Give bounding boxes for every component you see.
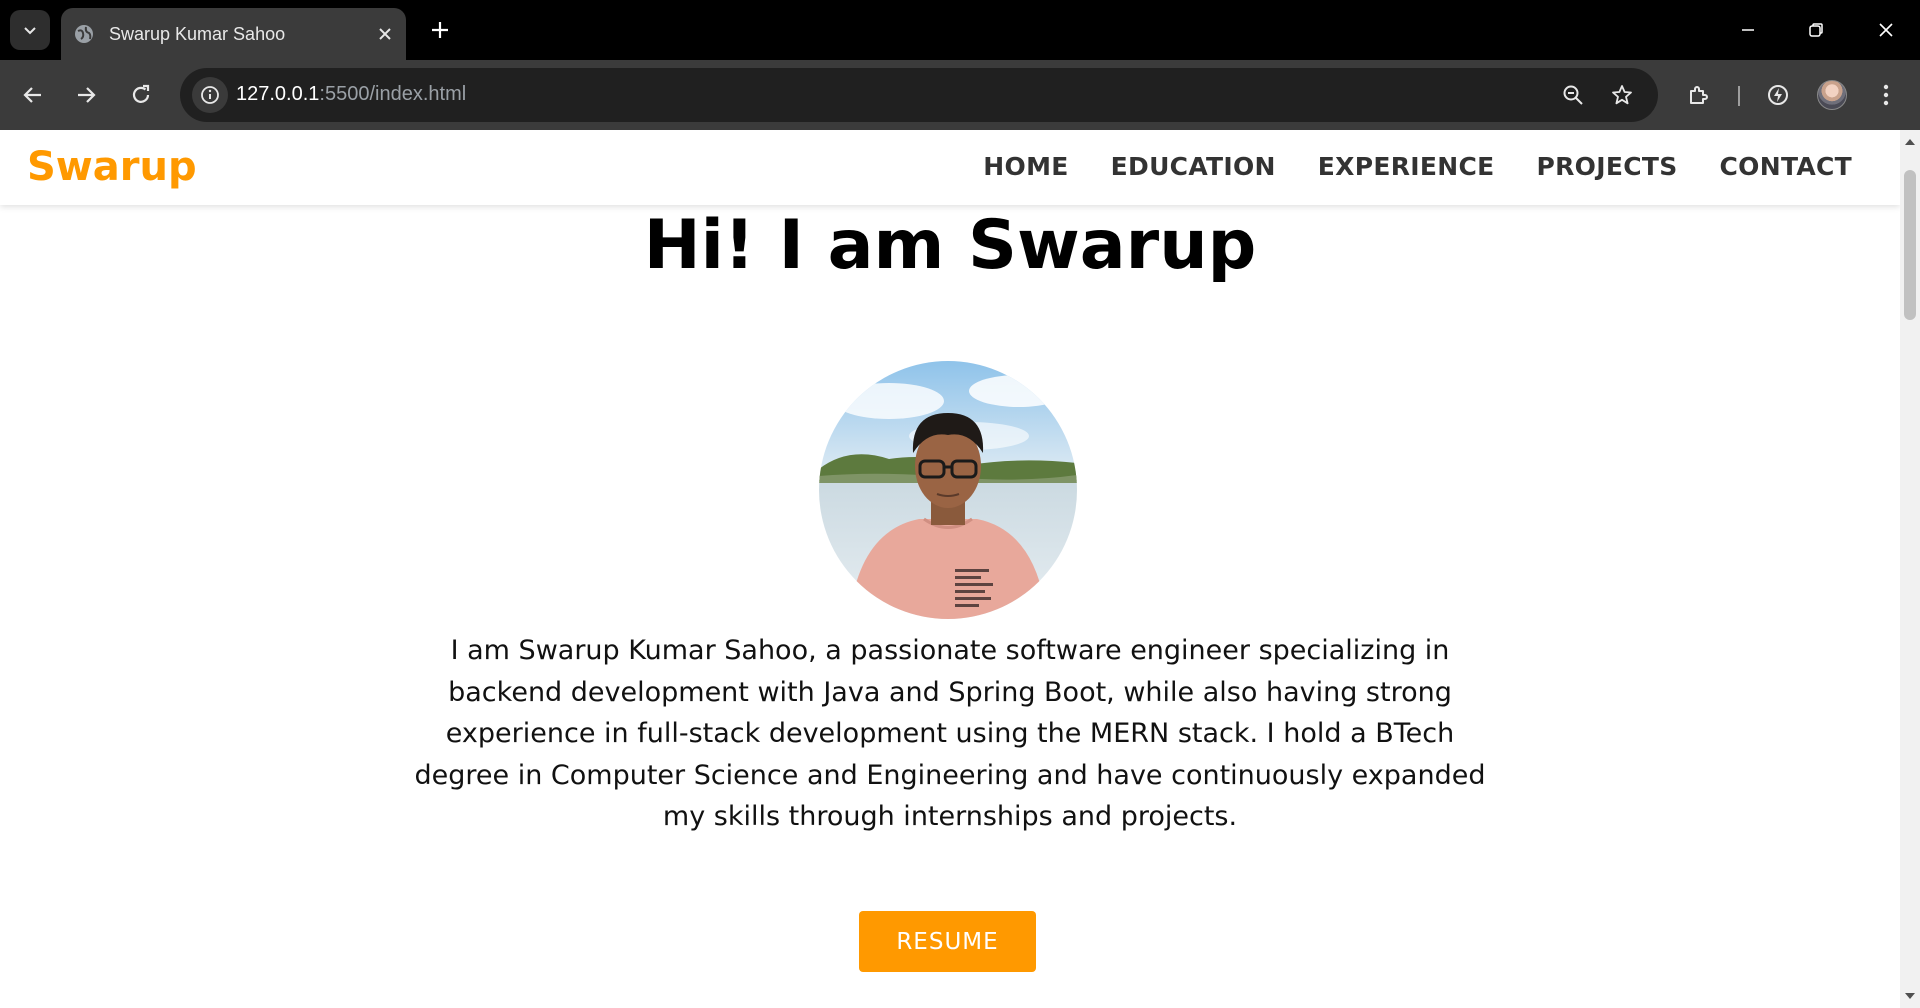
site-nav: HOME EDUCATION EXPERIENCE PROJECTS CONTA… <box>983 152 1852 181</box>
page-viewport: Swarup HOME EDUCATION EXPERIENCE PROJECT… <box>0 130 1900 1008</box>
tab-title: Swarup Kumar Sahoo <box>109 23 286 44</box>
browser-toolbar: 127.0.0.1:5500/index.html <box>0 60 1920 130</box>
nav-projects[interactable]: PROJECTS <box>1537 152 1678 181</box>
minimize-window-icon[interactable] <box>1720 8 1776 52</box>
back-arrow-icon[interactable] <box>11 73 55 117</box>
intro-paragraph: I am Swarup Kumar Sahoo, a passionate so… <box>414 635 1486 832</box>
nav-home[interactable]: HOME <box>983 152 1068 181</box>
resume-button[interactable]: RESUME <box>859 911 1036 972</box>
url-host: 127.0.0.1 <box>236 83 320 105</box>
profile-avatar-icon[interactable] <box>1810 73 1854 117</box>
profile-photo <box>819 361 1077 619</box>
site-logo[interactable]: Swarup <box>27 144 197 190</box>
site-header: Swarup HOME EDUCATION EXPERIENCE PROJECT… <box>0 130 1900 205</box>
nav-experience[interactable]: EXPERIENCE <box>1318 152 1495 181</box>
reload-icon[interactable] <box>119 73 163 117</box>
url-path: :5500/index.html <box>319 83 467 105</box>
close-window-icon[interactable] <box>1858 8 1914 52</box>
more-menu-icon[interactable] <box>1864 73 1908 117</box>
browser-tab[interactable]: Swarup Kumar Sahoo <box>61 8 406 60</box>
address-bar[interactable]: 127.0.0.1:5500/index.html <box>180 68 1658 122</box>
restore-window-icon[interactable] <box>1788 8 1844 52</box>
close-tab-icon[interactable] <box>370 19 400 49</box>
tab-search-chevron-icon[interactable] <box>10 10 50 50</box>
scroll-down-arrow-icon[interactable] <box>1900 986 1920 1006</box>
page-scrollbar[interactable] <box>1900 130 1920 1008</box>
nav-education[interactable]: EDUCATION <box>1111 152 1276 181</box>
url-text[interactable]: 127.0.0.1:5500/index.html <box>236 83 466 106</box>
bookmark-star-icon[interactable] <box>1604 77 1640 113</box>
globe-icon <box>73 23 95 45</box>
scroll-up-arrow-icon[interactable] <box>1900 132 1920 152</box>
performance-icon[interactable] <box>1756 73 1800 117</box>
toolbar-divider <box>1738 86 1740 106</box>
new-tab-plus-icon[interactable] <box>422 12 458 48</box>
nav-contact[interactable]: CONTACT <box>1720 152 1852 181</box>
scrollbar-thumb[interactable] <box>1904 170 1916 320</box>
hero-title: Hi! I am Swarup <box>643 206 1257 285</box>
site-info-icon[interactable] <box>192 77 228 113</box>
zoom-icon[interactable] <box>1555 77 1591 113</box>
extensions-puzzle-icon[interactable] <box>1677 73 1721 117</box>
browser-tab-bar: Swarup Kumar Sahoo <box>0 0 1920 60</box>
forward-arrow-icon[interactable] <box>64 73 108 117</box>
